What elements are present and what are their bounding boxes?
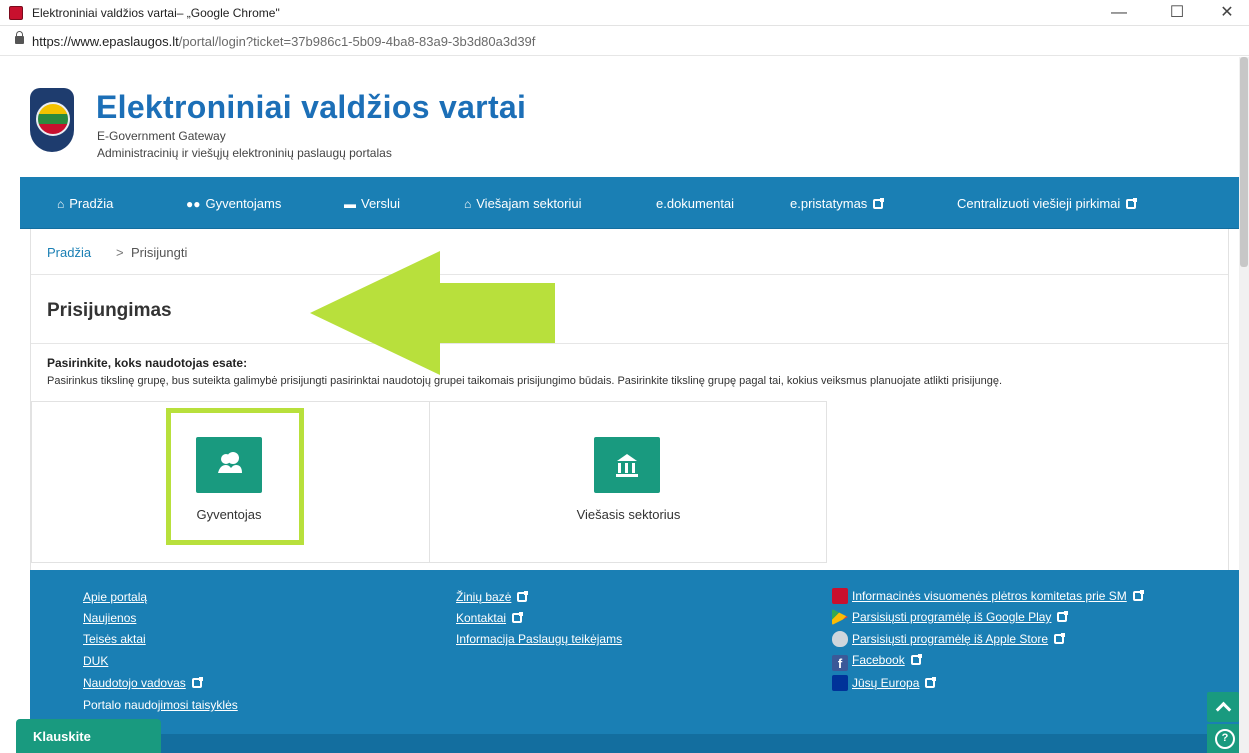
footer-link-teises-aktai[interactable]: Teisės aktai xyxy=(83,632,146,646)
footer-link-apple-store[interactable]: Parsisiųsti programėlę iš Apple Store xyxy=(832,631,1066,647)
minimize-button[interactable]: — xyxy=(1102,2,1136,24)
facebook-icon: f xyxy=(832,655,848,671)
nav-label: e.dokumentai xyxy=(656,196,735,211)
users-icon: ●● xyxy=(186,197,201,211)
external-link-icon xyxy=(925,677,937,688)
nav-item-verslui[interactable]: ▬ Verslui xyxy=(344,196,400,211)
link-label: Žinių bazė xyxy=(456,590,512,604)
link-label: Jūsų Europa xyxy=(852,676,920,690)
footer-link-ziniu-baze[interactable]: Žinių bazė xyxy=(456,590,529,604)
nav-label: Gyventojams xyxy=(205,196,282,211)
card-label[interactable]: Viešasis sektorius xyxy=(430,507,827,522)
breadcrumb-current: Prisijungti xyxy=(131,245,188,260)
site-favicon-icon xyxy=(9,6,23,20)
close-button[interactable]: ✕ xyxy=(1210,2,1244,24)
external-link-icon xyxy=(1126,198,1138,209)
site-subtitle-en: E-Government Gateway xyxy=(97,129,226,143)
url-text[interactable]: https://www.epaslaugos.lt/portal/login?t… xyxy=(32,34,535,49)
breadcrumb: Pradžia > Prisijungti xyxy=(31,229,1228,275)
external-link-icon xyxy=(191,677,203,688)
external-link-icon xyxy=(1054,633,1066,644)
site-footer: Apie portalą Naujienos Teisės aktai DUK … xyxy=(30,570,1239,753)
footer-link-apie-portala[interactable]: Apie portalą xyxy=(83,590,147,604)
lithuania-emblem-icon xyxy=(832,588,848,604)
link-prefix: Portalo naudo xyxy=(83,698,158,712)
nav-item-edokumentai[interactable]: e.dokumentai xyxy=(656,196,734,211)
link-label: Facebook xyxy=(852,653,905,667)
footer-link-naujienos[interactable]: Naujienos xyxy=(83,611,136,625)
site-subtitle-lt: Administracinių ir viešųjų elektroninių … xyxy=(97,146,392,160)
footer-link-portalo-taisykles[interactable]: Portalo naudojimosi taisyklės xyxy=(83,698,238,712)
logo-emblem xyxy=(36,102,70,136)
user-type-cards: Gyventojas Viešasis sektorius xyxy=(31,401,827,563)
nav-label: Verslui xyxy=(361,196,401,211)
institution-icon: ⌂ xyxy=(464,197,472,211)
annotation-arrow-icon xyxy=(310,251,555,375)
nav-item-epristatymas[interactable]: e.pristatymas xyxy=(790,196,885,211)
chat-widget-button[interactable]: Klauskite xyxy=(16,719,161,753)
main-nav: ⌂ Pradžia ●● Gyventojams ▬ Verslui ⌂ Viešaja… xyxy=(20,177,1239,229)
card-tile-viesasis-sektorius[interactable] xyxy=(594,437,660,493)
breadcrumb-separator: > xyxy=(116,245,124,260)
address-bar[interactable]: https://www.epaslaugos.lt/portal/login?t… xyxy=(0,26,1249,56)
page-header: Prisijungimas xyxy=(31,276,1228,344)
maximize-button[interactable]: ☐ xyxy=(1160,2,1194,24)
external-link-icon xyxy=(512,612,524,623)
choose-user-description: Pasirinkus tikslinę grupę, bus suteikta … xyxy=(47,375,1003,387)
link-label: Parsisiųsti programėlę iš Apple Store xyxy=(852,632,1049,646)
scrollbar-thumb[interactable] xyxy=(1240,57,1248,267)
page-title: Prisijungimas xyxy=(47,300,172,321)
url-path: /portal/login?ticket=37b986c1-5b09-4ba8-… xyxy=(178,34,536,49)
footer-bottom-bar xyxy=(30,734,1239,753)
external-link-icon xyxy=(1132,590,1144,601)
scroll-to-top-button[interactable] xyxy=(1207,692,1239,722)
google-play-icon xyxy=(832,609,848,625)
nav-label: Pradžia xyxy=(69,196,114,211)
page-body: Elektroniniai valdžios vartai E-Governme… xyxy=(20,57,1239,753)
footer-link-ivpk[interactable]: Informacinės visuomenės plėtros komiteta… xyxy=(832,588,1144,604)
footer-link-naudotojo-vadovas[interactable]: Naudotojo vadovas xyxy=(83,676,203,690)
external-link-icon xyxy=(1057,611,1069,622)
site-header: Elektroniniai valdžios vartai E-Governme… xyxy=(20,57,1239,177)
lock-icon xyxy=(15,31,24,44)
help-button[interactable] xyxy=(1207,724,1239,753)
link-label: Parsisiųsti programėlę iš Google Play xyxy=(852,610,1052,624)
footer-link-kontaktai[interactable]: Kontaktai xyxy=(456,611,524,625)
eu-flag-icon xyxy=(832,675,848,691)
link-label: Informacinės visuomenės plėtros komiteta… xyxy=(852,589,1127,603)
external-link-icon xyxy=(517,591,529,602)
nav-item-pradzia[interactable]: ⌂ Pradžia xyxy=(57,196,113,211)
nav-item-viesajam-sektoriui[interactable]: ⌂ Viešajam sektoriui xyxy=(464,196,582,211)
user-type-card-viesasis-sektorius[interactable]: Viešasis sektorius xyxy=(430,402,827,562)
link-label: Kontaktai xyxy=(456,611,507,625)
footer-link-jusu-europa[interactable]: Jūsų Europa xyxy=(832,675,937,691)
window-title: Elektroniniai valdžios vartai– „Google C… xyxy=(32,6,280,20)
link-label: Naudotojo vadovas xyxy=(83,676,186,690)
breadcrumb-home-link[interactable]: Pradžia xyxy=(47,245,91,260)
institution-icon xyxy=(616,454,638,477)
site-title[interactable]: Elektroniniai valdžios vartai xyxy=(96,89,526,126)
nav-item-centralizuoti-pirkimai[interactable]: Centralizuoti viešieji pirkimai xyxy=(957,196,1138,211)
nav-label: Centralizuoti viešieji pirkimai xyxy=(957,196,1121,211)
external-link-icon xyxy=(873,198,885,209)
home-icon: ⌂ xyxy=(57,197,65,211)
nav-label: e.pristatymas xyxy=(790,196,868,211)
footer-link-paslaugu-teikejams[interactable]: Informacija Paslaugų teikėjams xyxy=(456,632,622,646)
link-label: jimosi taisyklės xyxy=(157,698,238,712)
nav-label: Viešajam sektoriui xyxy=(476,196,582,211)
footer-link-google-play[interactable]: Parsisiųsti programėlę iš Google Play xyxy=(832,609,1069,625)
external-link-icon xyxy=(910,654,922,665)
main-content: Pradžia > Prisijungti Prisijungimas Pasi… xyxy=(30,229,1229,570)
portal-logo-icon[interactable] xyxy=(30,88,74,152)
footer-link-duk[interactable]: DUK xyxy=(83,654,108,668)
window-titlebar: Elektroniniai valdžios vartai– „Google C… xyxy=(0,0,1249,26)
choose-user-title: Pasirinkite, koks naudotojas esate: xyxy=(47,356,248,370)
url-host: https://www.epaslaugos.lt xyxy=(32,34,179,49)
nav-item-gyventojams[interactable]: ●● Gyventojams xyxy=(186,196,281,211)
footer-link-facebook[interactable]: f Facebook xyxy=(832,653,922,671)
apple-icon xyxy=(832,631,848,647)
page-scrollbar[interactable] xyxy=(1239,57,1249,753)
highlight-annotation-box xyxy=(166,408,304,545)
briefcase-icon: ▬ xyxy=(344,197,356,211)
